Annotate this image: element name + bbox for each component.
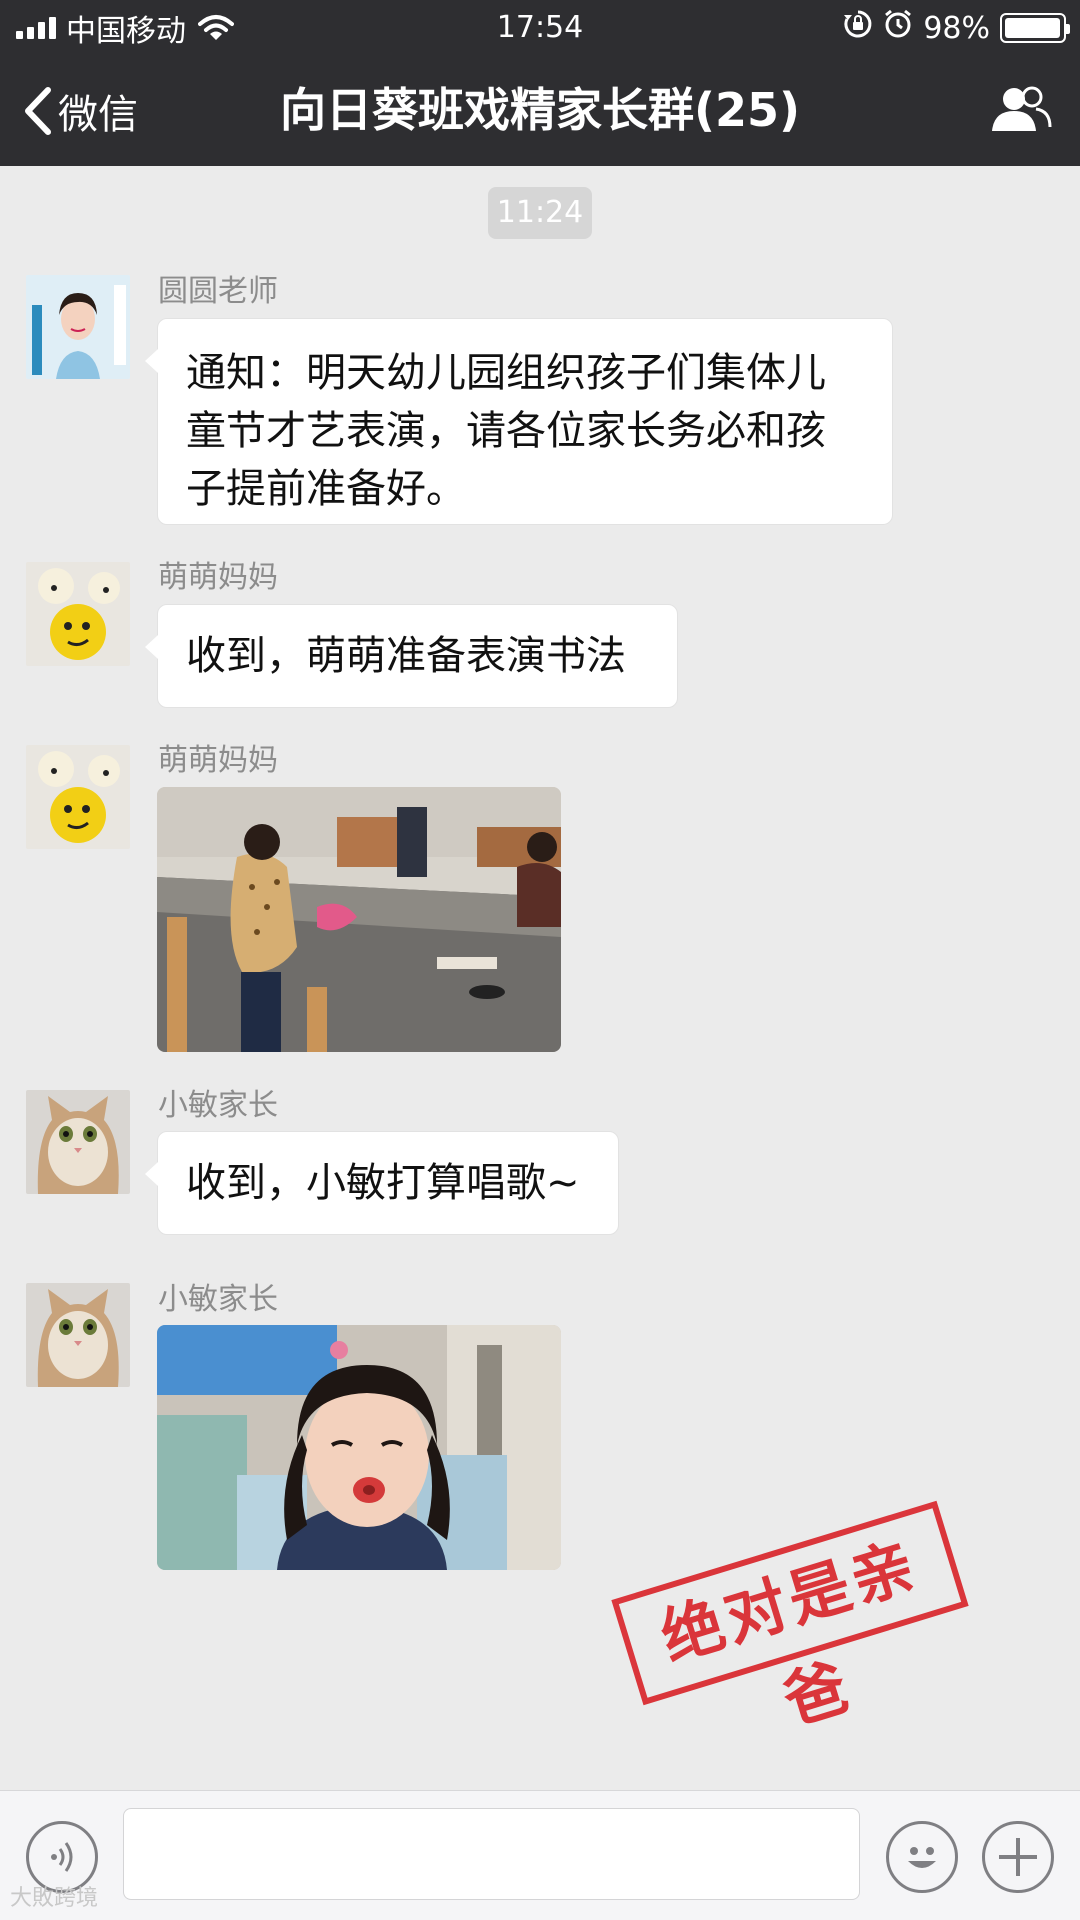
cat-avatar-image <box>26 1090 130 1194</box>
message-bubble[interactable]: 收到，小敏打算唱歌~ <box>145 1131 619 1235</box>
group-members-button[interactable] <box>990 85 1052 135</box>
nav-bar: 微信 向日葵班戏精家长群(25) <box>0 55 1080 166</box>
plus-icon <box>999 1838 1037 1876</box>
alarm-icon <box>883 9 913 47</box>
message-text: 通知：明天幼儿园组织孩子们集体儿童节才艺表演，请各位家长务必和孩子提前准备好。 <box>186 350 826 512</box>
message-input[interactable] <box>123 1808 860 1900</box>
chat-screen: 中国移动 17:54 98% 微信 向日葵班戏精家长群(25) 11:24 圆圆… <box>0 0 1080 1920</box>
girl-pouting-photo <box>157 1325 561 1570</box>
rotation-lock-icon <box>843 9 873 47</box>
calligraphy-classroom-photo <box>157 787 561 1052</box>
time-divider: 11:24 <box>488 187 592 239</box>
message-bubble[interactable]: 收到，萌萌准备表演书法 <box>145 604 678 708</box>
cat-avatar-image <box>26 1283 130 1387</box>
teacher-avatar-image <box>26 275 130 379</box>
emoji-buns-avatar-image <box>26 745 130 849</box>
emoji-icon <box>908 1847 936 1868</box>
sender-name: 小敏家长 <box>158 1088 278 1123</box>
voice-icon <box>51 1842 73 1872</box>
chat-title: 向日葵班戏精家长群(25) <box>279 83 801 137</box>
avatar[interactable] <box>26 562 130 666</box>
avatar[interactable] <box>26 1090 130 1194</box>
sender-name: 萌萌妈妈 <box>158 560 278 595</box>
battery-level <box>1005 18 1060 38</box>
sender-name: 小敏家长 <box>158 1282 278 1317</box>
message-bubble[interactable]: 通知：明天幼儿园组织孩子们集体儿童节才艺表演，请各位家长务必和孩子提前准备好。 <box>145 318 893 525</box>
avatar[interactable] <box>26 275 130 379</box>
sender-name: 萌萌妈妈 <box>158 743 278 778</box>
status-bar: 中国移动 17:54 98% <box>0 0 1080 55</box>
battery-percent: 98% <box>923 10 990 46</box>
input-bar <box>0 1790 1080 1920</box>
watermark-text: 大敗跨境 <box>10 1886 99 1911</box>
people-icon <box>992 86 1052 131</box>
message-text: 收到，小敏打算唱歌~ <box>186 1160 580 1206</box>
emoji-button[interactable] <box>886 1821 958 1893</box>
avatar[interactable] <box>26 745 130 849</box>
emoji-buns-avatar-image <box>26 562 130 666</box>
red-stamp-overlay: 绝对是亲爸 <box>611 1500 969 1738</box>
more-button[interactable] <box>982 1821 1054 1893</box>
image-message[interactable] <box>157 787 561 1052</box>
avatar[interactable] <box>26 1283 130 1387</box>
battery-icon <box>1000 13 1070 43</box>
image-message[interactable] <box>157 1325 561 1570</box>
message-text: 收到，萌萌准备表演书法 <box>186 633 626 679</box>
sender-name: 圆圆老师 <box>158 274 278 309</box>
